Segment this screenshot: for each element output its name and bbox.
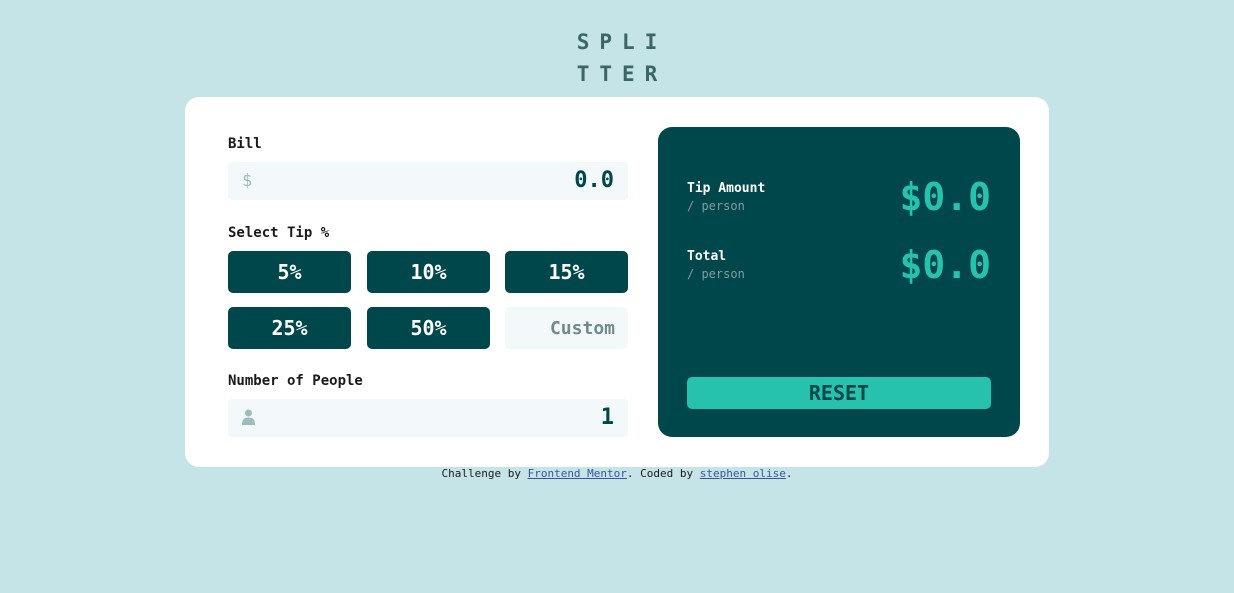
results-panel: Tip Amount / person $0.0 Total / person … [658,127,1020,437]
bill-field[interactable]: $ 0.0 [228,162,628,200]
people-input[interactable]: 1 [601,405,614,430]
tip-10-button[interactable]: 10% [367,251,490,293]
select-tip-label: Select Tip % [228,225,330,241]
total-label: Total [687,249,727,264]
people-label: Number of People [228,373,363,389]
attribution-suffix: . [785,467,793,480]
total-per-person: / person [687,267,745,281]
tip-25-button[interactable]: 25% [228,307,351,349]
author-link[interactable]: stephen olise [700,467,786,480]
tip-15-button[interactable]: 15% [505,251,628,293]
logo-line-1: SPLI [576,30,668,54]
people-field[interactable]: 1 [228,399,628,437]
tip-5-button[interactable]: 5% [228,251,351,293]
tip-amount-per-person: / person [687,199,745,213]
attribution: Challenge by Frontend Mentor. Coded by s… [0,467,1234,480]
custom-tip-input[interactable] [505,307,628,349]
reset-button[interactable]: RESET [687,377,991,409]
frontend-mentor-link[interactable]: Frontend Mentor [528,467,627,480]
dollar-icon: $ [242,171,253,191]
logo: SPLI TTER [0,26,1234,90]
person-icon [242,409,255,430]
calculator-card: Bill $ 0.0 Select Tip % 5% 10% 15% 25% 5… [185,97,1049,467]
tip-50-button[interactable]: 50% [367,307,490,349]
logo-line-2: TTER [576,62,668,86]
tip-amount-label: Tip Amount [687,181,766,196]
tip-amount-value: $0.0 [899,175,991,219]
bill-input[interactable]: 0.0 [574,168,614,193]
attribution-prefix: Challenge by [441,467,528,480]
attribution-middle: . Coded by [626,467,700,480]
total-value: $0.0 [899,243,991,287]
bill-label: Bill [228,136,262,152]
